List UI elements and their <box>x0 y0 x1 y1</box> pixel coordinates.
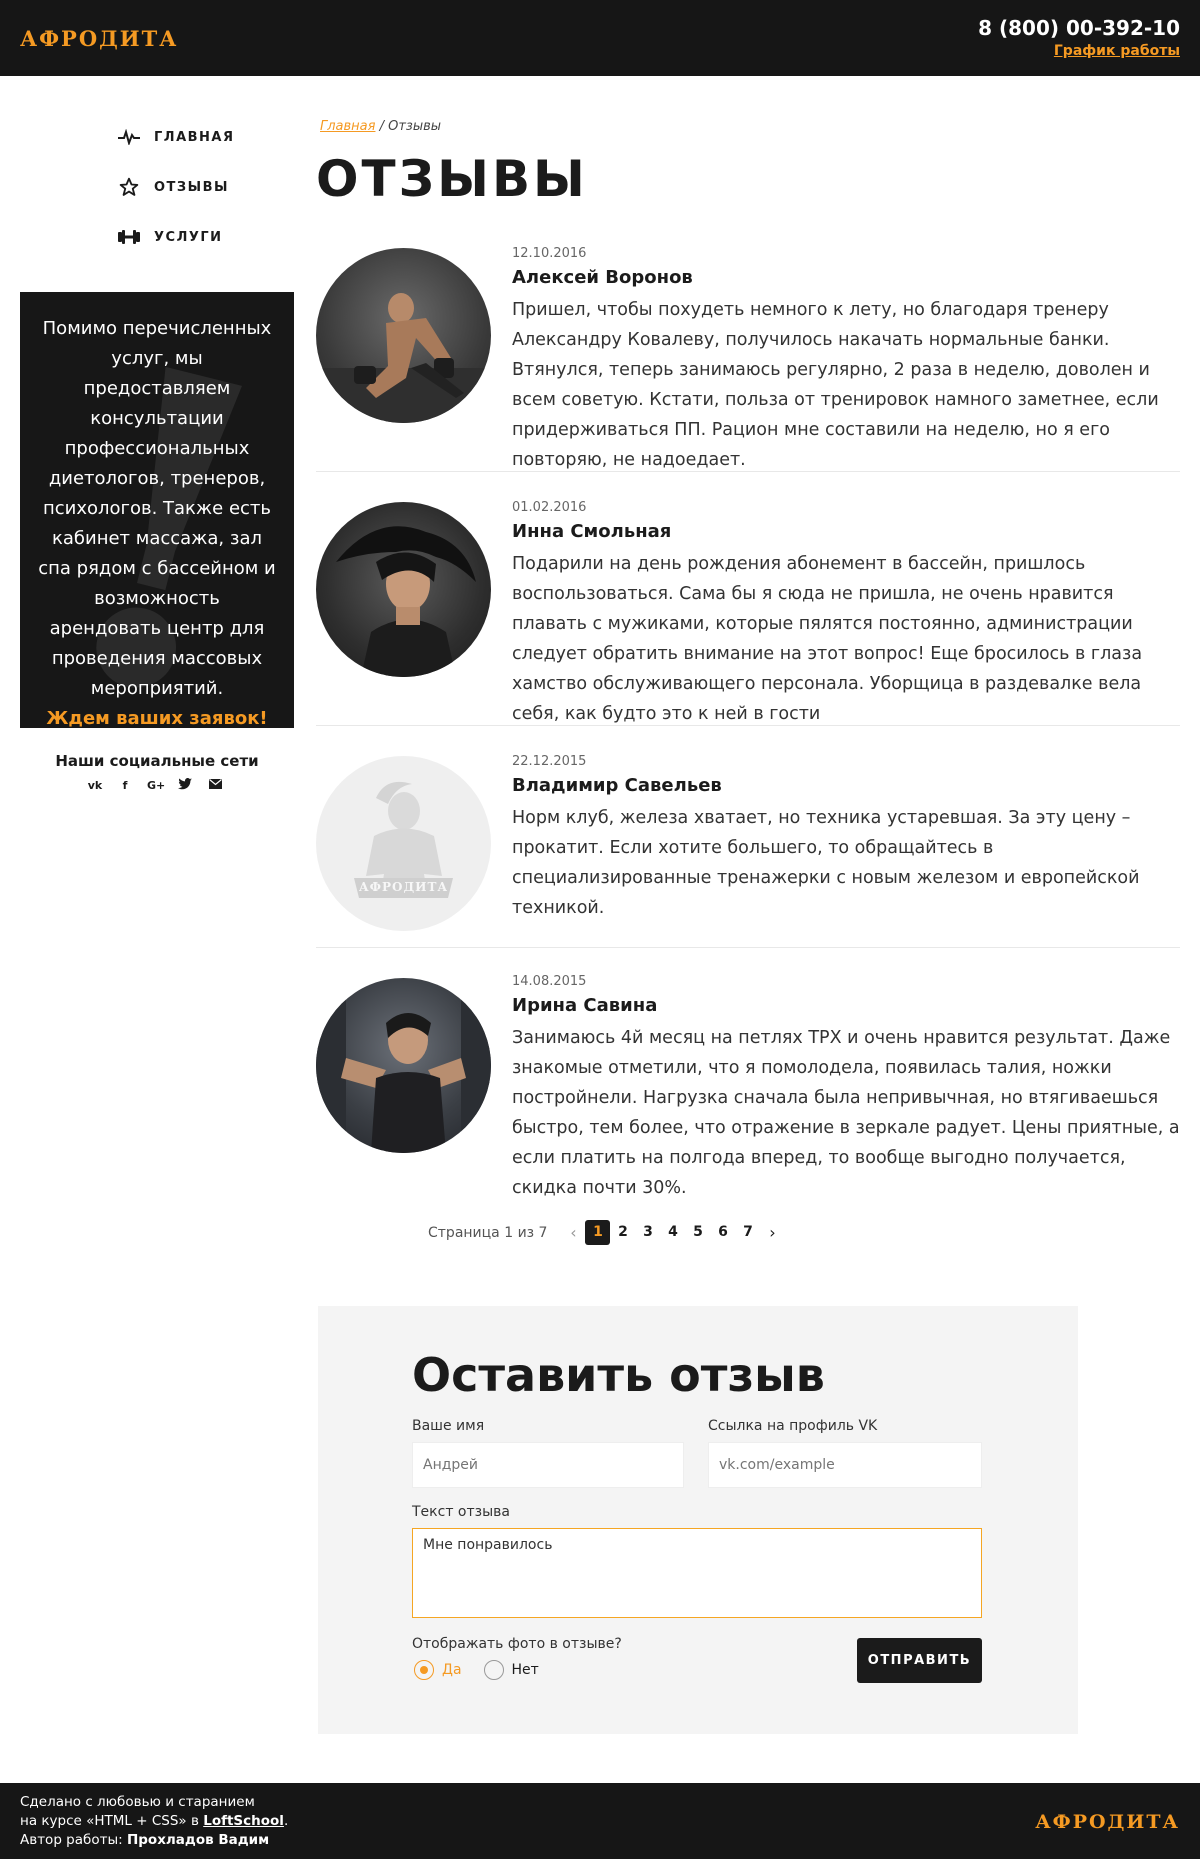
review-body: 14.08.2015 Ирина Савина Занимаюсь 4й мес… <box>512 974 1180 1203</box>
vk-label: Ссылка на профиль VK <box>708 1418 878 1434</box>
form-title: Оставить отзыв <box>412 1348 825 1402</box>
review-date: 01.02.2016 <box>512 500 587 515</box>
sidebar-item-services[interactable]: УСЛУГИ <box>118 212 235 262</box>
footer-logo[interactable]: АФРОДИТА <box>1035 1811 1180 1833</box>
review-text: Норм клуб, железа хватает, но техника ус… <box>512 808 1140 918</box>
page-link-2[interactable]: 2 <box>610 1220 635 1245</box>
page-link-6[interactable]: 6 <box>710 1220 735 1245</box>
reviewer-name: Инна Смольная <box>512 521 672 542</box>
reviewer-photo-placeholder: АФРОДИТА <box>316 756 491 931</box>
review-body: 12.10.2016 Алексей Воронов Пришел, чтобы… <box>512 246 1180 475</box>
radio-yes[interactable] <box>414 1660 434 1680</box>
breadcrumb-separator: / <box>379 119 389 134</box>
reviewer-photo <box>316 248 491 423</box>
phone-number[interactable]: 8 (800) 00-392-10 <box>978 16 1180 40</box>
breadcrumb-home-link[interactable]: Главная <box>320 119 375 134</box>
name-label: Ваше имя <box>412 1418 485 1434</box>
review-item: 12.10.2016 Алексей Воронов Пришел, чтобы… <box>316 238 1180 472</box>
sidebar-item-home[interactable]: ГЛАВНАЯ <box>118 112 235 162</box>
page-link-3[interactable]: 3 <box>635 1220 660 1245</box>
review-text: Пришел, чтобы похудеть немного к лету, н… <box>512 300 1159 470</box>
page-title: ОТЗЫВЫ <box>316 150 588 208</box>
name-input[interactable] <box>412 1442 684 1488</box>
sidebar-item-reviews[interactable]: ОТЗЫВЫ <box>118 162 235 212</box>
footer-credits: Сделано с любовью и старанием на курсе «… <box>20 1793 288 1850</box>
review-body: 22.12.2015 Владимир Савельев Норм клуб, … <box>512 754 1180 923</box>
review-item: 01.02.2016 Инна Смольная Подарили на ден… <box>316 472 1180 726</box>
loftschool-link[interactable]: LoftSchool <box>203 1813 284 1829</box>
radio-no[interactable] <box>483 1660 504 1680</box>
review-body: 01.02.2016 Инна Смольная Подарили на ден… <box>512 500 1180 729</box>
review-date: 22.12.2015 <box>512 754 587 769</box>
pulse-icon <box>118 126 140 148</box>
logo[interactable]: АФРОДИТА <box>20 26 178 51</box>
review-textarea[interactable]: Мне понравилось <box>412 1528 982 1618</box>
radio-no-label[interactable]: Нет <box>512 1662 539 1678</box>
review-text: Занимаюсь 4й месяц на петлях TPX и очень… <box>512 1028 1180 1198</box>
facebook-icon[interactable]: f <box>117 778 133 794</box>
reviewer-name: Алексей Воронов <box>512 267 693 288</box>
pagination-info: Страница 1 из 7 <box>428 1224 548 1241</box>
social-title: Наши социальные сети <box>55 752 259 770</box>
sidebar-item-label: УСЛУГИ <box>154 229 223 245</box>
chevron-right-icon[interactable]: › <box>760 1223 784 1242</box>
sidebar-item-label: ГЛАВНАЯ <box>154 129 235 145</box>
review-item: АФРОДИТА 22.12.2015 Владимир Савельев Но… <box>316 726 1180 948</box>
footer-line-2: на курсе «HTML + CSS» в LoftSchool. <box>20 1812 288 1831</box>
placeholder-logo: АФРОДИТА <box>358 880 449 894</box>
photo-radio-group: Да Нет <box>414 1660 539 1680</box>
page-link-1[interactable]: 1 <box>585 1220 611 1245</box>
vk-icon[interactable]: vk <box>87 778 103 794</box>
footer-line-3: Автор работы: Прохладов Вадим <box>20 1831 288 1850</box>
star-icon <box>118 176 140 198</box>
footer-author-label: Автор работы: <box>20 1832 127 1848</box>
site-header: АФРОДИТА 8 (800) 00-392-10 График работы <box>0 0 1200 76</box>
radio-dot <box>420 1666 428 1674</box>
page-link-4[interactable]: 4 <box>660 1220 685 1245</box>
submit-button[interactable]: ОТПРАВИТЬ <box>857 1638 982 1683</box>
site-footer: Сделано с любовью и старанием на курсе «… <box>0 1783 1200 1859</box>
chevron-left-icon[interactable]: ‹ <box>561 1223 585 1242</box>
review-date: 14.08.2015 <box>512 974 587 989</box>
review-item: 14.08.2015 Ирина Савина Занимаюсь 4й мес… <box>316 948 1180 1198</box>
photo-question: Отображать фото в отзыве? <box>412 1636 622 1652</box>
email-icon[interactable] <box>207 778 223 794</box>
social-links: vk f G+ <box>87 778 223 794</box>
review-form: Оставить отзыв Ваше имя Ссылка на профил… <box>318 1306 1078 1734</box>
reviewer-photo <box>316 978 491 1153</box>
review-text-label: Текст отзыва <box>412 1504 510 1520</box>
googleplus-icon[interactable]: G+ <box>147 778 165 794</box>
page-link-7[interactable]: 7 <box>735 1220 760 1245</box>
footer-period: . <box>283 1813 289 1829</box>
footer-author: Прохладов Вадим <box>126 1832 270 1848</box>
sidebar-item-label: ОТЗЫВЫ <box>154 179 230 195</box>
dumbbell-icon <box>118 226 140 248</box>
twitter-icon[interactable] <box>177 778 193 794</box>
radio-yes-label[interactable]: Да <box>442 1662 462 1678</box>
sidebar-nav: ГЛАВНАЯ ОТЗЫВЫ УСЛУГИ <box>118 112 235 262</box>
review-text: Подарили на день рождения абонемент в ба… <box>512 554 1143 724</box>
review-date: 12.10.2016 <box>512 246 587 261</box>
reviewer-name: Ирина Савина <box>512 995 658 1016</box>
schedule-link[interactable]: График работы <box>1054 43 1180 59</box>
breadcrumb: Главная / Отзывы <box>320 119 441 134</box>
promo-text: Помимо перечисленных услуг, мы предостав… <box>38 318 276 699</box>
promo-cta: Ждем ваших заявок! <box>46 708 268 728</box>
footer-line-1: Сделано с любовью и старанием <box>20 1794 255 1810</box>
promo-box: ! Помимо перечисленных услуг, мы предост… <box>20 292 294 728</box>
page-link-5[interactable]: 5 <box>685 1220 710 1245</box>
footer-course-text: на курсе «HTML + CSS» в <box>20 1813 204 1829</box>
breadcrumb-current: Отзывы <box>388 119 442 134</box>
vk-profile-input[interactable] <box>708 1442 982 1488</box>
reviewer-name: Владимир Савельев <box>512 775 722 796</box>
pagination: Страница 1 из 7 ‹ 1 2 3 4 5 6 7 › <box>428 1220 784 1245</box>
reviewer-photo <box>316 502 491 677</box>
